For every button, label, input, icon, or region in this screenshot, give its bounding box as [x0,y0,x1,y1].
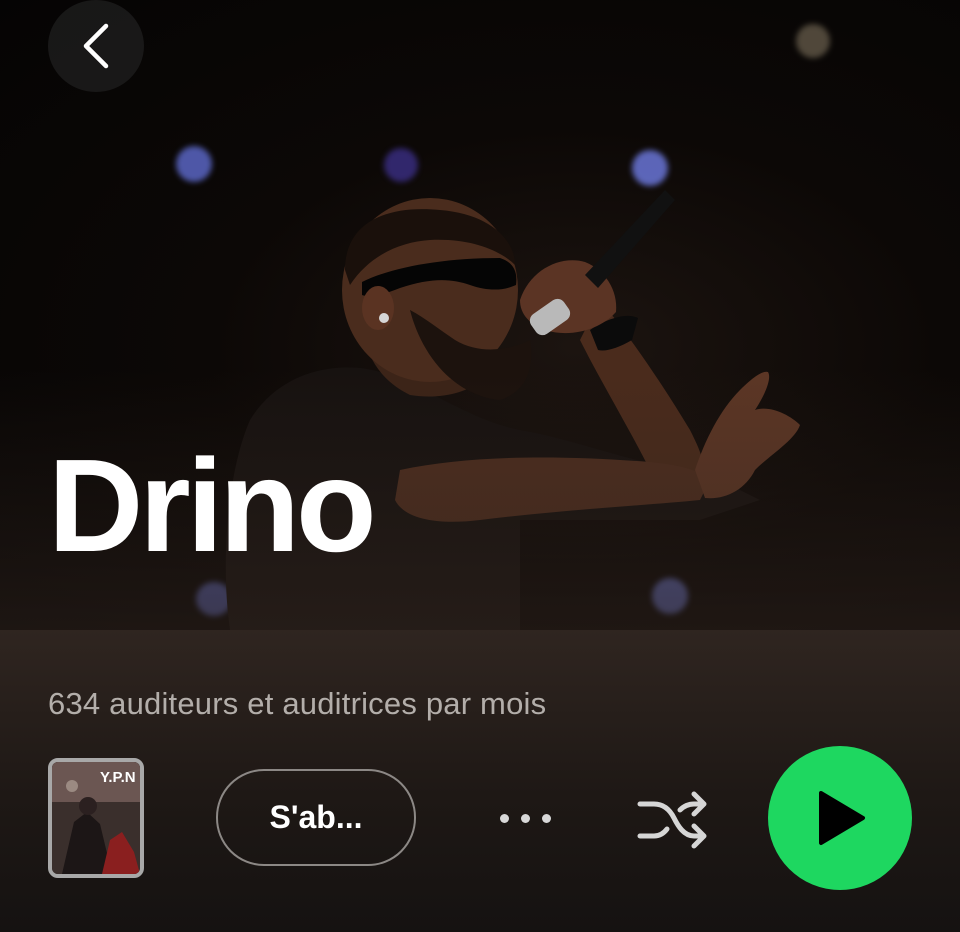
play-button[interactable] [768,746,912,890]
monthly-listeners: 634 auditeurs et auditrices par mois [48,686,547,721]
artist-hero-image: Drino [0,0,960,630]
latest-release-cover[interactable]: Y.P.N [48,758,144,878]
chevron-left-icon [83,23,109,69]
more-options-button[interactable] [485,793,565,843]
shuffle-icon [637,791,707,849]
artist-actions-panel: 634 auditeurs et auditrices par mois Y.P… [0,630,960,932]
back-button[interactable] [48,0,144,92]
album-art-thumbnail: Y.P.N [52,762,140,874]
play-icon [819,791,865,845]
artist-name: Drino [48,432,377,579]
follow-button[interactable]: S'ab... [216,769,416,866]
more-horizontal-icon [499,813,509,823]
shuffle-button[interactable] [630,780,716,860]
cover-label: Y.P.N [100,769,136,786]
